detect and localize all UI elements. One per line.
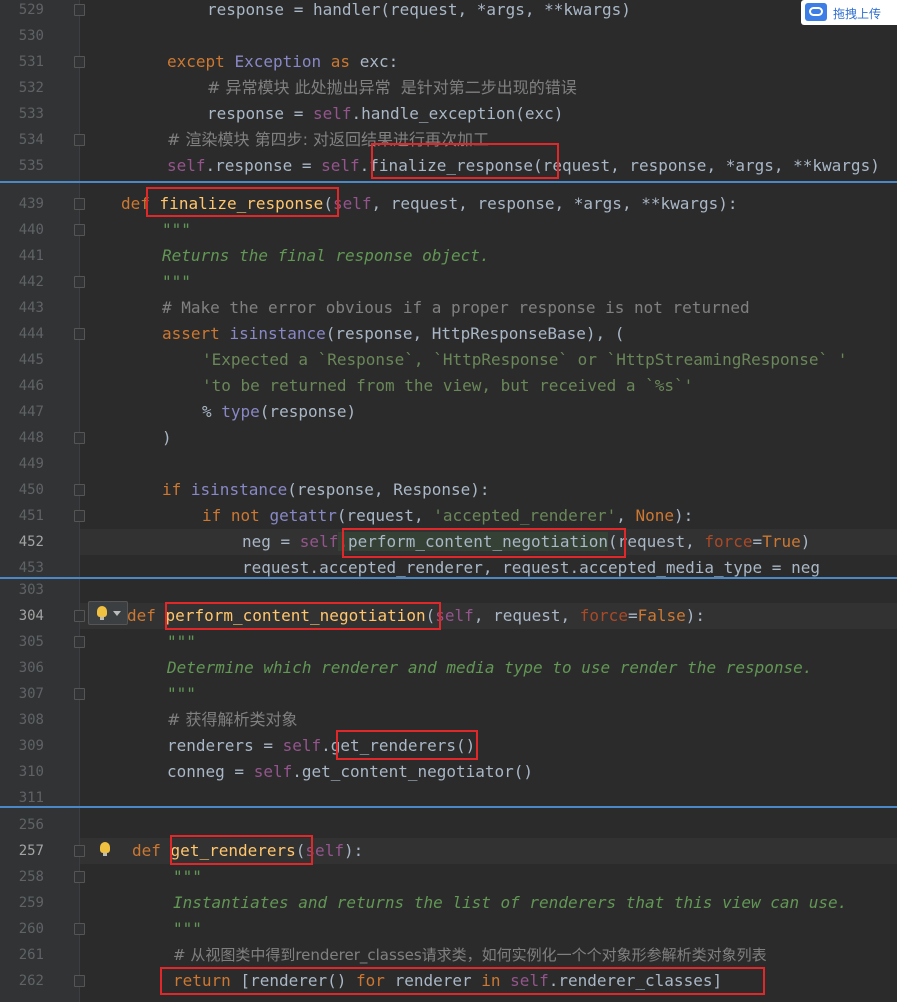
fold-icon[interactable]	[74, 871, 85, 883]
intention-actions-button[interactable]	[88, 601, 128, 625]
line-number: 260	[18, 921, 44, 937]
code-line[interactable]: response = self.handle_exception(exc)	[207, 101, 563, 127]
fold-icon[interactable]	[74, 134, 85, 146]
line-number: 257	[18, 843, 44, 859]
highlight-box-negotiation-call	[342, 528, 626, 558]
line-number: 303	[18, 582, 44, 598]
docstring[interactable]: """	[173, 864, 202, 890]
line-number: 262	[18, 973, 44, 989]
code-line[interactable]: conneg = self.get_content_negotiator()	[167, 759, 533, 785]
comment[interactable]: # 异常模块 此处抛出异常 是针对第二步出现的错误	[207, 75, 577, 101]
comment[interactable]: # 获得解析类对象	[167, 707, 298, 733]
line-number: 307	[18, 686, 44, 702]
fold-icon[interactable]	[74, 845, 85, 857]
comment[interactable]: # Make the error obvious if a proper res…	[162, 295, 750, 321]
line-number: 440	[18, 222, 44, 238]
fold-icon[interactable]	[74, 510, 85, 522]
line-number: 451	[18, 508, 44, 524]
line-number: 309	[18, 738, 44, 754]
line-number: 443	[18, 300, 44, 316]
line-number: 453	[18, 560, 44, 576]
string-literal[interactable]: 'Expected a `Response`, `HttpResponse` o…	[202, 347, 847, 373]
code-line[interactable]: % type(response)	[202, 399, 356, 425]
fold-icon[interactable]	[74, 432, 85, 444]
code-line[interactable]: except Exception as exc:	[167, 49, 398, 75]
string-literal[interactable]: 'to be returned from the view, but recei…	[202, 373, 693, 399]
fold-icon[interactable]	[74, 688, 85, 700]
docstring[interactable]: Returns the final response object.	[162, 243, 490, 269]
lightbulb-icon[interactable]	[100, 842, 110, 856]
line-number: 306	[18, 660, 44, 676]
code-line[interactable]: response = handler(request, *args, **kwa…	[207, 0, 631, 23]
line-number: 531	[18, 54, 44, 70]
line-number: 258	[18, 869, 44, 885]
line-number: 448	[18, 430, 44, 446]
cloud-upload-icon	[805, 3, 827, 21]
line-number: 308	[18, 712, 44, 728]
chevron-down-icon	[113, 611, 121, 616]
line-number: 535	[18, 158, 44, 174]
line-number: 532	[18, 80, 44, 96]
highlight-box-get-renderers-call	[336, 730, 478, 760]
code-panel-get-renderers: 256 257 def get_renderers(self): 258 """ 2…	[0, 808, 897, 1002]
code-panel-content-negotiation: 303 304 def perform_content_negotiation(s…	[0, 579, 897, 806]
docstring[interactable]: Instantiates and returns the list of ren…	[173, 890, 847, 916]
code-line[interactable]: if isinstance(response, Response):	[162, 477, 490, 503]
line-number: 534	[18, 132, 44, 148]
highlight-box-finalize-call	[371, 143, 559, 179]
fold-icon[interactable]	[74, 975, 85, 987]
docstring[interactable]: Determine which renderer and media type …	[167, 655, 812, 681]
fold-icon[interactable]	[74, 224, 85, 236]
highlight-box-finalize-def	[146, 187, 339, 217]
code-panel-handler: 529 response = handler(request, *args, **…	[0, 0, 897, 181]
code-line[interactable]: request.accepted_renderer, request.accep…	[242, 555, 820, 577]
line-number: 259	[18, 895, 44, 911]
fold-icon[interactable]	[74, 484, 85, 496]
line-number: 529	[18, 2, 44, 18]
docstring[interactable]: """	[167, 629, 196, 655]
fold-icon[interactable]	[74, 276, 85, 288]
fold-icon[interactable]	[74, 328, 85, 340]
line-number: 530	[18, 28, 44, 44]
lightbulb-icon	[97, 606, 107, 620]
fold-icon[interactable]	[74, 4, 85, 16]
code-line[interactable]: if not getattr(request, 'accepted_render…	[202, 503, 693, 529]
line-number: 533	[18, 106, 44, 122]
comment[interactable]: # 从视图类中得到renderer_classes请求类，如何实例化一个个对象形…	[173, 942, 767, 968]
line-number: 445	[18, 352, 44, 368]
highlight-box-get-renderers-def	[170, 835, 313, 865]
line-number: 444	[18, 326, 44, 342]
line-number: 450	[18, 482, 44, 498]
line-number: 305	[18, 634, 44, 650]
docstring[interactable]: """	[167, 681, 196, 707]
line-number: 446	[18, 378, 44, 394]
line-number: 449	[18, 456, 44, 472]
docstring[interactable]: """	[173, 916, 202, 942]
code-panel-finalize-response: 439 def finalize_response(self, request, …	[0, 183, 897, 577]
upload-label: 拖拽上传	[833, 7, 882, 21]
highlight-box-negotiation-def	[165, 602, 441, 630]
code-line[interactable]: )	[162, 425, 172, 451]
line-number: 256	[18, 817, 44, 833]
line-number: 311	[18, 790, 44, 806]
fold-icon[interactable]	[74, 198, 85, 210]
line-number: 442	[18, 274, 44, 290]
fold-icon[interactable]	[74, 636, 85, 648]
docstring[interactable]: """	[162, 217, 191, 243]
line-number: 439	[18, 196, 44, 212]
docstring[interactable]: """	[162, 269, 191, 295]
highlight-box-return-line	[160, 967, 765, 995]
code-line[interactable]: assert isinstance(response, HttpResponse…	[162, 321, 624, 347]
fold-icon[interactable]	[74, 923, 85, 935]
line-number: 304	[18, 608, 44, 624]
line-number: 441	[18, 248, 44, 264]
line-number: 452	[18, 534, 44, 550]
fold-icon[interactable]	[74, 56, 85, 68]
fold-icon[interactable]	[74, 610, 85, 622]
line-number: 310	[18, 764, 44, 780]
line-number: 447	[18, 404, 44, 420]
line-number: 261	[18, 947, 44, 963]
upload-badge[interactable]: 拖拽上传	[801, 0, 897, 25]
